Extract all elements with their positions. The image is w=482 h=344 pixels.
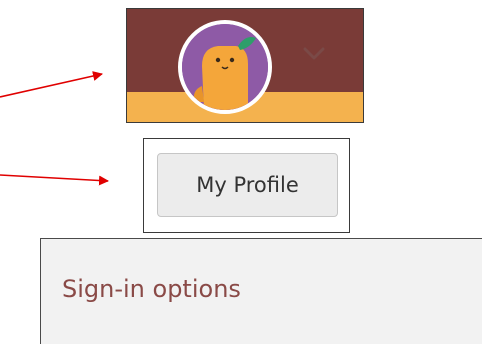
my-profile-button[interactable]: My Profile [157,153,338,217]
sign-in-options-link[interactable]: Sign-in options [62,275,241,303]
user-avatar[interactable] [178,20,272,114]
chevron-down-icon[interactable] [303,47,325,61]
annotated-screenshot: My Profile Sign-in options [0,0,482,344]
mascot-icon [182,24,268,110]
signin-crop: Sign-in options [40,238,482,344]
arrow-to-avatar [0,71,103,98]
header-crop [126,8,364,123]
profile-crop: My Profile [143,138,350,233]
arrow-to-profile-button [0,174,109,186]
